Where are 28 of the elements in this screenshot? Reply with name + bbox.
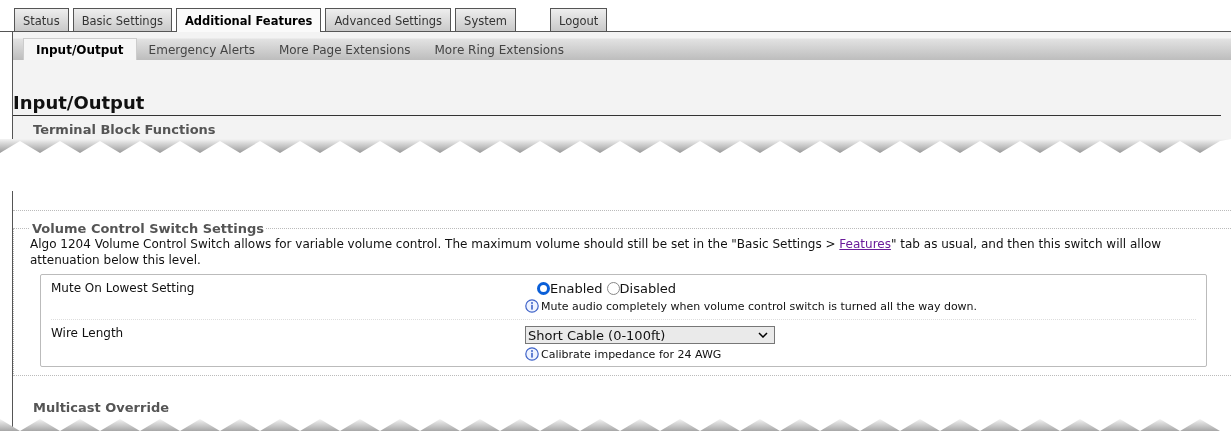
section-title: Terminal Block Functions: [32, 122, 217, 137]
wire-length-dropdown[interactable]: Short Cable (0-100ft): [525, 326, 775, 344]
nav-tab[interactable]: Status: [14, 8, 69, 31]
section-title: Volume Control Switch Settings: [31, 221, 266, 236]
info-icon: [525, 299, 539, 313]
nav-tab[interactable]: Basic Settings: [72, 8, 172, 31]
section-title: Multicast Override: [32, 400, 171, 415]
page-title: Input/Output: [13, 92, 1221, 116]
hint-text: Calibrate impedance for 24 AWG: [541, 347, 722, 361]
nav-tab[interactable]: Advanced Settings: [325, 8, 452, 31]
radio-button[interactable]: [537, 282, 550, 295]
chevron-down-icon: [758, 332, 768, 338]
subtab[interactable]: Input/Output: [23, 38, 137, 60]
radio-label[interactable]: Disabled: [619, 281, 677, 296]
section-description: Algo 1204 Volume Control Switch allows for variable volume control. The maximum volume should still be set in the "Basic Settings > Features" tab as usual, and then this switch will allow attenuation below this level.: [30, 236, 1163, 268]
nav-tab[interactable]: Additional Features: [175, 8, 322, 32]
features-link[interactable]: Features: [839, 237, 891, 251]
nav-tab[interactable]: Logout: [549, 8, 608, 31]
setting-label: Wire Length: [51, 326, 125, 342]
radio-label[interactable]: Enabled: [550, 281, 603, 296]
subtab[interactable]: More Page Extensions: [266, 38, 423, 60]
info-icon: [525, 347, 539, 361]
hint-text: Mute audio completely when volume control switch is turned all the way down.: [541, 299, 978, 313]
subtab[interactable]: Emergency Alerts: [136, 38, 267, 60]
radio-button[interactable]: [606, 282, 620, 295]
nav-tab[interactable]: System: [455, 8, 516, 31]
setting-label: Mute On Lowest Setting: [51, 281, 196, 297]
subtab[interactable]: More Ring Extensions: [422, 38, 576, 60]
